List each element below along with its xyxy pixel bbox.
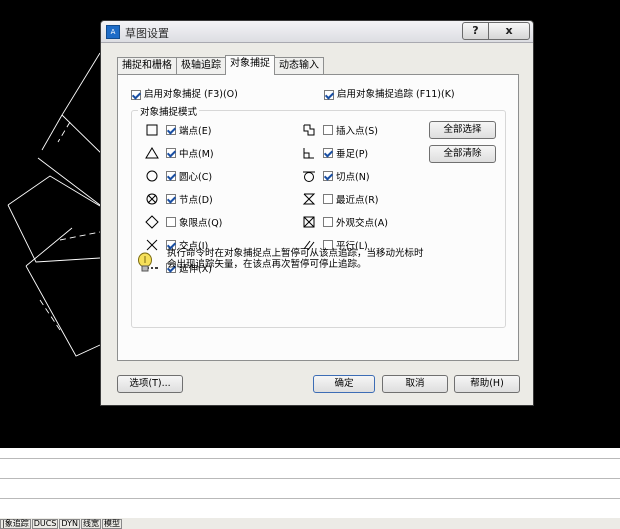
hint-line-1: 执行命令时在对象捕捉点上暂停可从该点追踪，当移动光标时: [167, 248, 424, 259]
apparent-intersection-label: 外观交点(A): [336, 218, 388, 229]
select-all-button[interactable]: 全部选择: [429, 121, 496, 139]
enable-tracking-option[interactable]: 启用对象捕捉追踪 (F11)(K): [324, 86, 455, 100]
endpoint-snap-icon: [145, 123, 159, 137]
object-snap-panel: 启用对象捕捉 (F3)(O) 启用对象捕捉追踪 (F11)(K) 对象捕捉模式 …: [117, 74, 519, 361]
apparent-intersection-snap-icon: [302, 215, 316, 229]
status-bar: |象追踪 DUCS DYN 线宽 模型: [0, 518, 620, 529]
drafting-settings-dialog: A 草图设置 ? x 捕捉和栅格 极轴追踪 对象捕捉 动态输入 启用对象捕捉 (…: [100, 20, 534, 406]
enable-tracking-checkbox[interactable]: [324, 89, 334, 100]
quadrant-label: 象限点(Q): [179, 218, 223, 229]
midpoint-checkbox[interactable]: [166, 148, 176, 158]
tangent-checkbox[interactable]: [323, 171, 333, 181]
perpendicular-snap-icon: [302, 146, 316, 160]
perpendicular-label: 垂足(P): [336, 149, 369, 160]
close-button[interactable]: x: [488, 22, 530, 40]
status-lineweight[interactable]: 线宽: [80, 519, 101, 529]
center-label: 圆心(C): [179, 172, 213, 183]
help-button[interactable]: 帮助(H): [454, 375, 520, 393]
insertion-snap-icon: [302, 123, 316, 137]
enable-osnap-option[interactable]: 启用对象捕捉 (F3)(O): [131, 86, 238, 100]
ok-button[interactable]: 确定: [313, 375, 375, 393]
node-label: 节点(D): [179, 195, 213, 206]
command-separator-1: [0, 458, 620, 459]
intersection-snap-icon: [145, 238, 159, 252]
tangent-label: 切点(N): [336, 172, 370, 183]
command-separator-2: [0, 478, 620, 479]
mode-nearest[interactable]: 最近点(R): [302, 192, 379, 206]
options-button[interactable]: 选项(T)...: [117, 375, 183, 393]
mode-endpoint[interactable]: 端点(E): [145, 123, 211, 137]
quadrant-snap-icon: [145, 215, 159, 229]
tab-strip: 捕捉和栅格 极轴追踪 对象捕捉 动态输入: [117, 55, 324, 75]
snap-modes-group: 对象捕捉模式 端点(E) 中点(M) 圆心(C) 节点(D) 象限点(Q) 交点…: [131, 104, 506, 328]
node-checkbox[interactable]: [166, 194, 176, 204]
perpendicular-checkbox[interactable]: [323, 148, 333, 158]
nearest-label: 最近点(R): [336, 195, 379, 206]
mode-midpoint[interactable]: 中点(M): [145, 146, 214, 160]
quadrant-checkbox[interactable]: [166, 217, 176, 227]
lightbulb-icon: [137, 252, 153, 277]
snap-modes-title: 对象捕捉模式: [138, 104, 200, 118]
tab-snap-grid[interactable]: 捕捉和栅格: [117, 57, 177, 74]
status-model[interactable]: 模型: [101, 519, 122, 529]
nearest-snap-icon: [302, 192, 316, 206]
tab-polar-tracking[interactable]: 极轴追踪: [176, 57, 226, 74]
midpoint-label: 中点(M): [179, 149, 214, 160]
cancel-button[interactable]: 取消: [382, 375, 448, 393]
enable-osnap-checkbox[interactable]: [131, 89, 141, 100]
enable-tracking-label: 启用对象捕捉追踪 (F11)(K): [337, 89, 455, 100]
apparent-intersection-checkbox[interactable]: [323, 217, 333, 227]
insertion-checkbox[interactable]: [323, 125, 333, 135]
command-window[interactable]: [0, 448, 620, 518]
mode-tangent[interactable]: 切点(N): [302, 169, 370, 183]
status-dyn[interactable]: DYN: [59, 519, 80, 529]
help-title-button[interactable]: ?: [462, 22, 489, 40]
nearest-checkbox[interactable]: [323, 194, 333, 204]
center-snap-icon: [145, 169, 159, 183]
mode-perpendicular[interactable]: 垂足(P): [302, 146, 368, 160]
dialog-title: 草图设置: [125, 27, 169, 40]
mode-center[interactable]: 圆心(C): [145, 169, 212, 183]
mode-quadrant[interactable]: 象限点(Q): [145, 215, 222, 229]
clear-all-button[interactable]: 全部清除: [429, 145, 496, 163]
midpoint-snap-icon: [145, 146, 159, 160]
enable-osnap-label: 启用对象捕捉 (F3)(O): [144, 89, 238, 100]
app-icon: A: [106, 25, 120, 39]
endpoint-label: 端点(E): [179, 126, 212, 137]
node-snap-icon: [145, 192, 159, 206]
hint-text: 执行命令时在对象捕捉点上暂停可从该点追踪，当移动光标时 会出现追踪矢量，在该点再…: [167, 248, 477, 270]
dialog-titlebar[interactable]: A 草图设置 ? x: [101, 21, 533, 43]
mode-apparent-intersection[interactable]: 外观交点(A): [302, 215, 388, 229]
status-otrack[interactable]: |象追踪: [0, 519, 31, 529]
insertion-label: 插入点(S): [336, 126, 378, 137]
command-separator-3: [0, 498, 620, 499]
status-ducs[interactable]: DUCS: [31, 519, 59, 529]
hint-line-2: 会出现追踪矢量，在该点再次暂停可停止追踪。: [167, 259, 367, 270]
tab-dynamic-input[interactable]: 动态输入: [274, 57, 324, 74]
tab-object-snap[interactable]: 对象捕捉: [225, 55, 275, 75]
tangent-snap-icon: [302, 169, 316, 183]
mode-insertion[interactable]: 插入点(S): [302, 123, 378, 137]
center-checkbox[interactable]: [166, 171, 176, 181]
endpoint-checkbox[interactable]: [166, 125, 176, 135]
mode-node[interactable]: 节点(D): [145, 192, 213, 206]
